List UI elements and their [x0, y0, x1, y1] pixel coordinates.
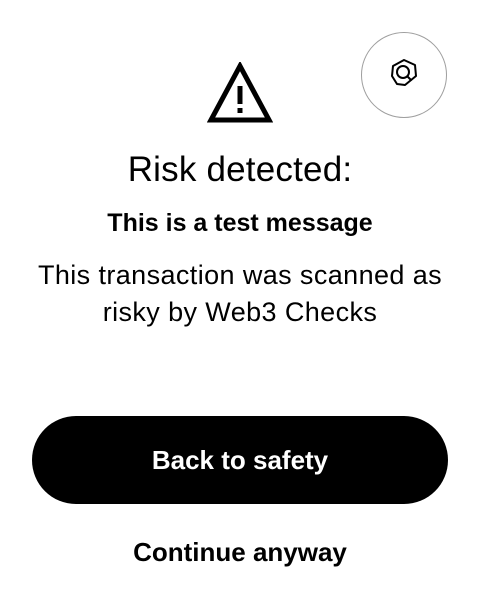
- alert-description: This transaction was scanned as risky by…: [37, 260, 443, 327]
- warning-triangle-icon: [206, 60, 274, 124]
- back-to-safety-button[interactable]: Back to safety: [32, 416, 448, 504]
- web3-checks-logo-icon: [388, 57, 420, 94]
- alert-subtitle: This is a test message: [107, 209, 373, 237]
- web3-checks-logo-button[interactable]: [361, 32, 447, 118]
- alert-title: Risk detected:: [127, 150, 353, 189]
- continue-anyway-link[interactable]: Continue anyway: [90, 531, 390, 573]
